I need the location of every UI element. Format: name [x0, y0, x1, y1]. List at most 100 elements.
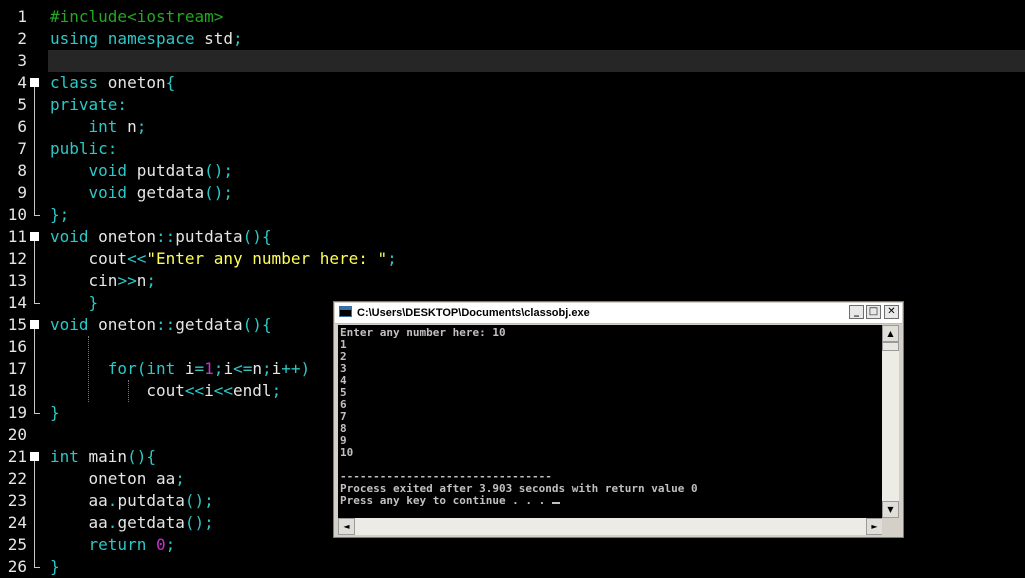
fold-toggle-main[interactable] — [30, 452, 39, 461]
code-token: (); — [184, 513, 214, 532]
fold-line — [34, 329, 35, 413]
scroll-thumb[interactable] — [882, 342, 899, 351]
code-line[interactable]: int n; — [50, 116, 147, 138]
code-line[interactable]: aa.getdata(); — [50, 512, 214, 534]
code-token: << — [184, 381, 205, 400]
line-number: 4 — [17, 73, 27, 92]
code-line[interactable]: void putdata(); — [50, 160, 234, 182]
code-token: ( — [136, 359, 147, 378]
line-number: 16 — [7, 337, 27, 356]
code-line[interactable]: aa.putdata(); — [50, 490, 214, 512]
fold-toggle-getdata[interactable] — [30, 320, 39, 329]
code-line[interactable]: using namespace std; — [50, 28, 243, 50]
code-token: } — [50, 403, 60, 422]
minimize-button[interactable]: _ — [849, 305, 864, 319]
code-token: { — [165, 73, 176, 92]
code-token: ; — [387, 249, 397, 268]
code-token: }; — [50, 205, 70, 224]
code-token: 0 — [155, 535, 166, 554]
code-line[interactable]: class oneton{ — [50, 72, 175, 94]
code-token: n — [136, 271, 147, 290]
line-number: 5 — [17, 95, 27, 114]
code-token: private: — [50, 95, 128, 114]
horizontal-scrollbar[interactable]: ◄ ► — [338, 518, 883, 535]
code-token: i — [204, 381, 214, 400]
code-token: = — [194, 359, 205, 378]
resize-grip[interactable] — [882, 518, 899, 535]
vertical-scrollbar[interactable]: ▲ ▼ — [882, 325, 899, 518]
code-token: cout — [50, 249, 128, 268]
line-number: 14 — [7, 293, 27, 312]
code-token: getdata — [117, 513, 185, 532]
code-token: ; — [136, 117, 147, 136]
line-number: 25 — [7, 535, 27, 554]
maximize-button[interactable]: □ — [866, 305, 881, 319]
code-token: #include<iostream> — [50, 7, 224, 26]
code-line[interactable]: } — [50, 556, 60, 578]
line-number: 11 — [7, 227, 27, 246]
code-line[interactable]: void oneton::getdata(){ — [50, 314, 272, 336]
console-app-icon[interactable] — [339, 306, 352, 317]
code-token: getdata — [136, 183, 205, 202]
code-line[interactable]: }; — [50, 204, 69, 226]
scroll-left-button[interactable]: ◄ — [338, 518, 355, 535]
code-line[interactable]: cin>>n; — [50, 270, 156, 292]
scroll-right-button[interactable]: ► — [866, 518, 883, 535]
line-number: 17 — [7, 359, 27, 378]
fold-end — [34, 567, 40, 568]
code-token: . — [107, 513, 118, 532]
scroll-down-button[interactable]: ▼ — [882, 501, 899, 518]
code-token: ; — [146, 271, 156, 290]
code-token: (){ — [127, 447, 156, 466]
code-line[interactable]: int main(){ — [50, 446, 156, 468]
console-output-line: 10 — [340, 446, 354, 459]
close-button[interactable]: ✕ — [884, 305, 899, 319]
scroll-up-button[interactable]: ▲ — [882, 325, 899, 342]
console-output[interactable]: Enter any number here: 10 1 2 3 4 5 6 7 8 9 10 ----… — [338, 325, 883, 518]
code-line[interactable]: void getdata(); — [50, 182, 234, 204]
line-number: 22 — [7, 469, 27, 488]
line-number: 13 — [7, 271, 27, 290]
line-number: 20 — [7, 425, 27, 444]
code-line[interactable]: private: — [50, 94, 127, 116]
line-number: 10 — [7, 205, 27, 224]
code-line[interactable]: cout<<i<<endl; — [50, 380, 281, 402]
code-line[interactable]: return 0; — [50, 534, 176, 556]
code-token: endl — [233, 381, 272, 400]
fold-toggle-class[interactable] — [30, 78, 39, 87]
code-line[interactable]: void oneton::putdata(){ — [50, 226, 272, 248]
text-cursor — [551, 502, 560, 504]
code-line[interactable]: } — [50, 292, 99, 314]
console-window[interactable]: C:\Users\DESKTOP\Documents\classobj.exe … — [333, 301, 904, 538]
code-token: (); — [184, 491, 214, 510]
line-number: 24 — [7, 513, 27, 532]
line-number: 15 — [7, 315, 27, 334]
code-token: public: — [50, 139, 118, 158]
code-token: void — [88, 183, 137, 202]
code-token: int — [50, 447, 89, 466]
code-token: cout — [50, 381, 185, 400]
code-line[interactable]: } — [50, 402, 60, 424]
code-token: ; — [213, 359, 224, 378]
code-line[interactable]: #include<iostream> — [50, 6, 223, 28]
line-number: 8 — [17, 161, 27, 180]
fold-toggle-putdata[interactable] — [30, 232, 39, 241]
code-token: (); — [204, 183, 234, 202]
code-line[interactable]: cout<<"Enter any number here: "; — [50, 248, 397, 270]
code-token: <= — [233, 359, 253, 378]
code-line[interactable]: oneton aa; — [50, 468, 185, 490]
code-token: oneton aa — [50, 469, 176, 488]
line-number: 6 — [17, 117, 27, 136]
console-output-line: Enter any number here: 10 — [340, 326, 506, 339]
code-token: void — [88, 161, 137, 180]
code-line[interactable]: public: — [50, 138, 117, 160]
code-token: for — [107, 359, 137, 378]
current-line-highlight — [48, 50, 1025, 72]
code-token: n — [127, 117, 137, 136]
console-titlebar[interactable]: C:\Users\DESKTOP\Documents\classobj.exe … — [335, 303, 902, 324]
